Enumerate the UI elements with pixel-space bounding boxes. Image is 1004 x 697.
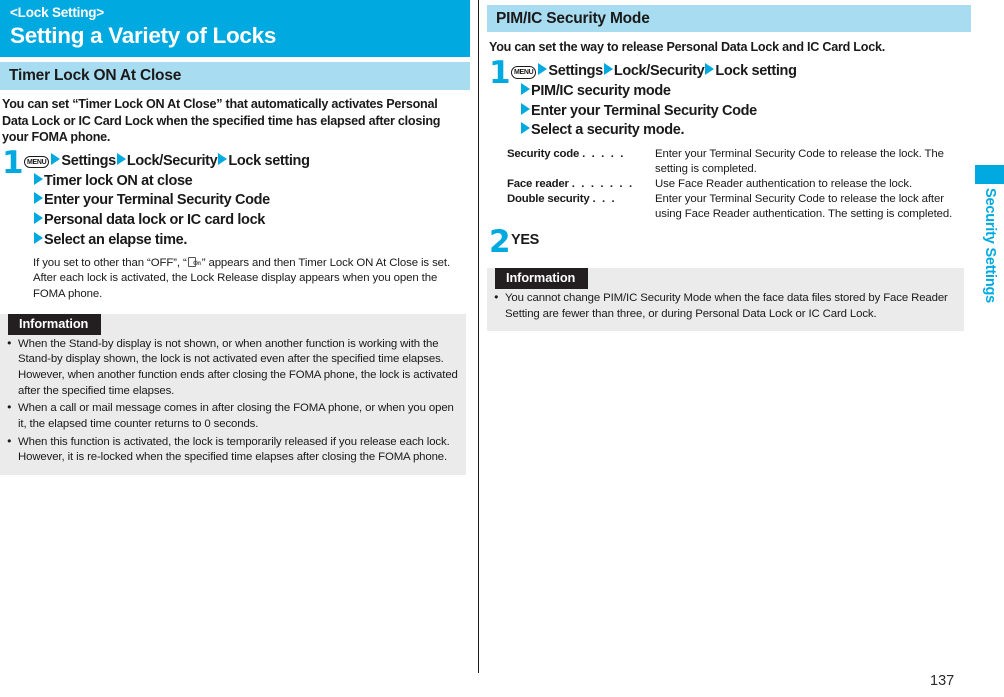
step-number: 1 bbox=[489, 55, 511, 92]
step-line-4: Select a security mode. bbox=[511, 121, 971, 141]
thumb-tab-label: Security Settings bbox=[982, 188, 998, 304]
arrow-right-icon bbox=[521, 82, 530, 95]
left-step-1: 1 MENU Settings Lock/Security Lock setting … bbox=[0, 148, 470, 251]
timer-lock-icon: On bbox=[187, 256, 201, 267]
page-number: 137 bbox=[930, 673, 955, 689]
security-mode-term-label: Double security bbox=[507, 193, 590, 206]
arrow-right-icon bbox=[521, 122, 530, 135]
arrow-right-icon bbox=[521, 102, 530, 115]
security-mode-description: Enter your Terminal Security Code to rel… bbox=[655, 193, 953, 221]
arrow-right-icon bbox=[603, 63, 613, 76]
step-line-1: YES bbox=[511, 232, 539, 249]
security-mode-term-label: Security code bbox=[507, 147, 580, 160]
step-line-5: Select an elapse time. bbox=[24, 231, 470, 251]
step-line-2: PIM/IC security mode bbox=[511, 82, 971, 102]
arrow-right-icon bbox=[218, 153, 228, 165]
left-information-box: Information When the Stand-by display is… bbox=[0, 313, 466, 475]
arrow-right-icon bbox=[538, 63, 548, 76]
arrow-right-icon bbox=[34, 212, 43, 225]
left-lead-paragraph: You can set “Timer Lock ON At Close” tha… bbox=[2, 96, 441, 145]
step-token-pim-ic-mode: PIM/IC security mode bbox=[531, 82, 671, 99]
step-token-settings: Settings bbox=[61, 153, 116, 169]
step-token-lock-security: Lock/Security bbox=[613, 63, 705, 80]
note-text-before: If you set to other than “OFF”, “ bbox=[33, 256, 187, 269]
step-lines: YES bbox=[511, 231, 971, 251]
leader-dots: . . . bbox=[592, 193, 617, 206]
step-line-1: MENU Settings Lock/Security Lock setting bbox=[24, 152, 470, 172]
right-lead-paragraph: You can set the way to release Personal … bbox=[489, 40, 885, 55]
information-item: When the Stand-by display is not shown, … bbox=[7, 337, 458, 400]
step-token-lock-security: Lock/Security bbox=[126, 153, 218, 169]
security-mode-term: Double security. . . bbox=[507, 192, 655, 207]
step-token-select-mode: Select a security mode. bbox=[531, 122, 685, 139]
step-token-lock-setting: Lock setting bbox=[715, 63, 797, 80]
step-token-lock-setting: Lock setting bbox=[228, 153, 310, 169]
manual-page: <Lock Setting> Setting a Variety of Lock… bbox=[0, 0, 1004, 697]
information-item: You cannot change PIM/IC Security Mode w… bbox=[494, 291, 956, 322]
step-token-security-code: Enter your Terminal Security Code bbox=[44, 192, 270, 209]
timer-lock-icon-sub: On bbox=[193, 260, 201, 267]
menu-key-icon[interactable]: MENU bbox=[511, 66, 537, 79]
security-mode-description: Use Face Reader authentication to releas… bbox=[655, 178, 913, 191]
step-line-3: Enter your Terminal Security Code bbox=[511, 102, 971, 122]
page-title: Setting a Variety of Locks bbox=[10, 22, 277, 48]
security-mode-description: Enter your Terminal Security Code to rel… bbox=[655, 147, 944, 176]
information-item: When this function is activated, the loc… bbox=[7, 435, 458, 466]
step-token-timer-lock: Timer lock ON at close bbox=[44, 172, 193, 189]
step-line-2: Timer lock ON at close bbox=[24, 172, 470, 192]
right-column: PIM/IC Security Mode You can set the way… bbox=[487, 0, 971, 332]
step-token-settings: Settings bbox=[548, 63, 603, 80]
right-step-2: 2 YES bbox=[487, 227, 971, 258]
step-number: 1 bbox=[2, 145, 24, 181]
section-header-pim-ic: PIM/IC Security Mode bbox=[487, 5, 971, 33]
step-lines: MENU Settings Lock/Security Lock setting PI… bbox=[511, 62, 971, 141]
security-mode-term: Security code. . . . . bbox=[507, 147, 655, 162]
security-mode-row: Face reader. . . . . . . Use Face Reader… bbox=[507, 177, 969, 192]
arrow-right-icon bbox=[34, 192, 43, 205]
step-lines: MENU Settings Lock/Security Lock setting Ti… bbox=[24, 152, 470, 251]
right-information-box: Information You cannot change PIM/IC Sec… bbox=[487, 268, 964, 332]
step-token-data-lock: Personal data lock or IC card lock bbox=[44, 212, 265, 229]
security-mode-row: Security code. . . . . Enter your Termin… bbox=[507, 147, 969, 177]
security-mode-term-label: Face reader bbox=[507, 178, 569, 191]
step-number: 2 bbox=[489, 224, 511, 261]
section-header-timer-lock: Timer Lock ON At Close bbox=[0, 62, 470, 90]
step-line-3: Enter your Terminal Security Code bbox=[24, 191, 470, 211]
arrow-right-icon bbox=[34, 231, 43, 244]
column-divider bbox=[478, 0, 479, 673]
step-token-elapse-time: Select an elapse time. bbox=[44, 231, 188, 248]
left-step-note: If you set to other than “OFF”, “On” app… bbox=[33, 256, 466, 303]
step-token-security-code: Enter your Terminal Security Code bbox=[531, 102, 757, 119]
security-mode-row: Double security. . . Enter your Terminal… bbox=[507, 192, 969, 222]
menu-key-icon[interactable]: MENU bbox=[24, 156, 50, 169]
information-header: Information bbox=[8, 313, 102, 335]
step-line-1: MENU Settings Lock/Security Lock setting bbox=[511, 62, 971, 82]
arrow-right-icon bbox=[705, 63, 715, 76]
step-line-4: Personal data lock or IC card lock bbox=[24, 211, 470, 231]
security-mode-term: Face reader. . . . . . . bbox=[507, 177, 655, 192]
leader-dots: . . . . . bbox=[582, 147, 625, 160]
left-column: <Lock Setting> Setting a Variety of Lock… bbox=[0, 0, 470, 475]
chapter-kicker: <Lock Setting> bbox=[10, 5, 104, 20]
arrow-right-icon bbox=[51, 153, 61, 165]
security-mode-list: Security code. . . . . Enter your Termin… bbox=[507, 147, 969, 222]
information-header: Information bbox=[495, 268, 589, 290]
thumb-tab-marker bbox=[975, 165, 1004, 184]
arrow-right-icon bbox=[34, 172, 43, 185]
right-step-1: 1 MENU Settings Lock/Security Lock setting … bbox=[487, 58, 971, 141]
leader-dots: . . . . . . . bbox=[571, 178, 634, 191]
information-item: When a call or mail message comes in aft… bbox=[7, 401, 458, 432]
arrow-right-icon bbox=[116, 153, 126, 165]
chapter-banner: <Lock Setting> Setting a Variety of Lock… bbox=[0, 0, 470, 58]
